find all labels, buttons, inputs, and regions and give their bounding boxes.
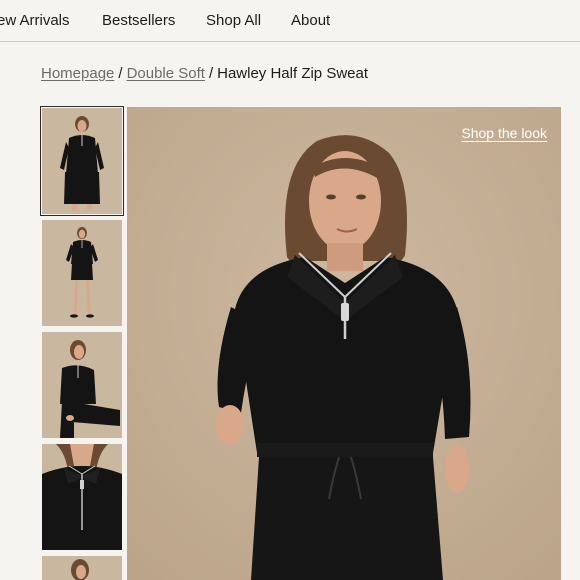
thumbnail-standing[interactable] <box>42 220 122 326</box>
breadcrumb-separator: / <box>118 65 123 82</box>
breadcrumb-homepage[interactable]: Homepage <box>41 65 114 82</box>
shop-the-look-link[interactable]: Shop the look <box>461 125 547 141</box>
thumbnail-image <box>42 108 122 214</box>
breadcrumb: Homepage / Double Soft / Hawley Half Zip Swe… <box>41 65 368 82</box>
thumbnail-image <box>42 332 122 438</box>
thumbnail-seated[interactable] <box>42 332 122 438</box>
main-product-image[interactable]: Shop the look <box>127 107 561 580</box>
thumbnail-image <box>42 220 122 326</box>
breadcrumb-current: Hawley Half Zip Sweat <box>217 65 369 82</box>
thumbnail-full-outfit[interactable] <box>40 106 124 216</box>
breadcrumb-double-soft[interactable]: Double Soft <box>127 65 205 82</box>
nav-about[interactable]: About <box>291 12 330 29</box>
thumbnail-image <box>42 556 122 580</box>
product-photo <box>127 107 561 580</box>
breadcrumb-separator: / <box>208 65 214 82</box>
thumbnail-partial[interactable] <box>42 556 122 580</box>
nav-bestsellers[interactable]: Bestsellers <box>102 12 175 29</box>
thumbnail-zip-closeup[interactable] <box>42 444 122 550</box>
nav-new-arrivals[interactable]: ew Arrivals <box>0 12 70 29</box>
thumbnail-image <box>42 444 122 550</box>
nav-shop-all[interactable]: Shop All <box>206 12 261 29</box>
top-navigation: ew Arrivals Bestsellers Shop All About <box>0 0 580 42</box>
